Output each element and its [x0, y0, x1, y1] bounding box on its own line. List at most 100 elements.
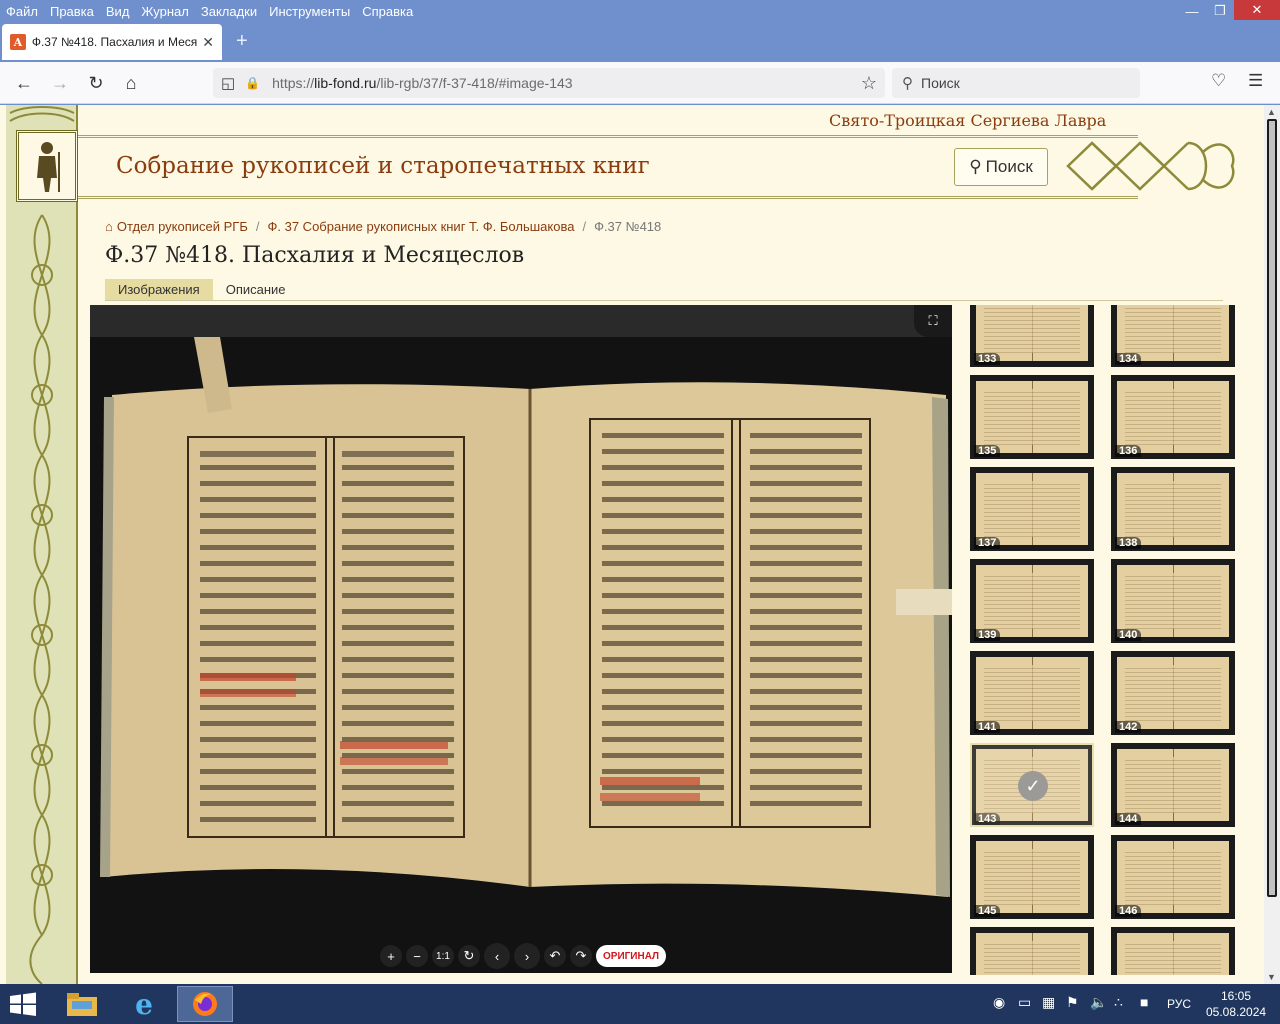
menu-tools[interactable]: Инструменты — [263, 4, 356, 19]
network-tray-icon[interactable]: ◉ — [993, 994, 1005, 1011]
thumbnail-number: 143 — [974, 813, 1001, 825]
clock-time: 16:05 — [1220, 989, 1252, 1003]
thumbnail-item[interactable]: 138 — [1111, 467, 1235, 551]
menu-bar: Файл Правка Вид Журнал Закладки Инструме… — [0, 0, 1280, 22]
lavra-title[interactable]: Свято-Троицкая Сергиева Лавра — [829, 111, 1106, 130]
fullscreen-icon[interactable]: ⛶ — [914, 305, 952, 337]
thumbnail-image — [976, 381, 1088, 453]
thumbnail-item[interactable]: 140 — [1111, 559, 1235, 643]
volume-icon[interactable]: 🔈 — [1090, 994, 1107, 1011]
reload-icon[interactable]: ↻ — [84, 71, 108, 95]
notification-tray-icon[interactable]: ■ — [1140, 994, 1148, 1010]
minimize-icon[interactable]: — — [1178, 0, 1206, 22]
page-scrollbar[interactable]: ▲ ▼ — [1264, 105, 1280, 984]
forward-icon[interactable]: → — [48, 71, 72, 95]
menu-help[interactable]: Справка — [356, 4, 419, 19]
firefox-icon[interactable] — [177, 986, 233, 1022]
restore-icon[interactable]: ❐ — [1206, 0, 1234, 22]
thumbnail-item[interactable]: 141 — [970, 651, 1094, 735]
actual-size-button[interactable]: 1:1 — [432, 945, 454, 967]
bookmark-star-icon[interactable]: ☆ — [861, 73, 877, 94]
close-window-icon[interactable]: ✕ — [1234, 0, 1280, 20]
thumbnail-number: 136 — [1115, 445, 1142, 457]
lock-icon[interactable]: 🔒 — [245, 76, 260, 90]
menu-bookmarks[interactable]: Закладки — [195, 4, 263, 19]
thumbnail-item[interactable]: 142 — [1111, 651, 1235, 735]
url-bar[interactable]: ◱ 🔒 https://lib-fond.ru/lib-rgb/37/f-37-… — [213, 68, 885, 98]
clock[interactable]: 16:05 05.08.2024 — [1206, 988, 1266, 1020]
zoom-out-button[interactable]: − — [406, 945, 428, 967]
file-explorer-icon[interactable] — [54, 986, 110, 1022]
viewer-topbar — [90, 305, 952, 337]
thumbnail-item[interactable]: 145 — [970, 835, 1094, 919]
tab-description[interactable]: Описание — [213, 279, 299, 300]
thumbnail-image — [1117, 749, 1229, 821]
thumbnail-number: 140 — [1115, 629, 1142, 641]
image-viewer[interactable]: ⛶ + − 1:1 ↻ ‹ › ↶ ↷ ОРИГИНАЛ — [90, 305, 952, 973]
rotate-right-icon[interactable]: ↷ — [570, 945, 592, 967]
checkmark-icon: ✓ — [1018, 771, 1048, 801]
breadcrumb-item[interactable]: Ф. 37 Собрание рукописных книг Т. Ф. Бол… — [268, 219, 575, 234]
thumbnail-number: 141 — [974, 721, 1001, 733]
zoom-in-button[interactable]: + — [380, 945, 402, 967]
browser-tab-active[interactable]: A Ф.37 №418. Пасхалия и Месяцесл ✕ — [2, 24, 222, 60]
celtic-ornament-icon — [9, 106, 75, 984]
menu-view[interactable]: Вид — [100, 4, 136, 19]
thumbnail-item[interactable]: 146 — [1111, 835, 1235, 919]
thumbnail-item[interactable]: 137 — [970, 467, 1094, 551]
new-tab-icon[interactable]: + — [236, 30, 248, 53]
flag-tray-icon[interactable]: ⚑ — [1066, 994, 1079, 1011]
app-tray-icon[interactable]: ▦ — [1042, 994, 1055, 1011]
url-text: https://lib-fond.ru/lib-rgb/37/f-37-418/… — [272, 75, 573, 91]
menu-file[interactable]: Файл — [0, 4, 44, 19]
language-indicator[interactable]: РУС — [1167, 997, 1191, 1011]
window-controls: — ❐ ✕ — [1178, 0, 1280, 22]
original-button[interactable]: ОРИГИНАЛ — [596, 945, 667, 967]
thumbnail-item[interactable]: ✓ 143 — [970, 743, 1094, 827]
ornament-border — [6, 105, 78, 984]
wifi-tray-icon[interactable]: ∴ — [1114, 994, 1123, 1011]
thumbnail-image — [1117, 473, 1229, 545]
thumbnail-item[interactable]: 133 — [970, 305, 1094, 367]
clock-date: 05.08.2024 — [1206, 1005, 1267, 1019]
tracking-shield-icon[interactable]: ◱ — [221, 74, 235, 92]
tab-images[interactable]: Изображения — [105, 279, 213, 300]
scroll-down-icon[interactable]: ▼ — [1267, 972, 1276, 982]
back-icon[interactable]: ← — [12, 71, 36, 95]
thumbnail-panel[interactable]: 133 134 135 136 137 138 139 140 141 142 ✓ 143 144 145… — [966, 305, 1246, 975]
next-image-icon[interactable]: › — [514, 943, 540, 969]
thumbnail-number: 137 — [974, 537, 1001, 549]
thumbnail-item[interactable]: 136 — [1111, 375, 1235, 459]
thumbnail-item[interactable]: 134 — [1111, 305, 1235, 367]
rotate-reset-icon[interactable]: ↻ — [458, 945, 480, 967]
windows-start-icon[interactable] — [8, 992, 38, 1016]
site-search-button[interactable]: ⚲ Поиск — [954, 148, 1048, 186]
hamburger-menu-icon[interactable]: ☰ — [1248, 71, 1263, 91]
thumbnail-item[interactable]: 144 — [1111, 743, 1235, 827]
previous-image-icon[interactable]: ‹ — [484, 943, 510, 969]
thumbnail-item[interactable]: 147 — [970, 927, 1094, 975]
close-tab-icon[interactable]: ✕ — [202, 34, 214, 51]
scrollbar-thumb[interactable] — [1267, 119, 1277, 897]
site-title[interactable]: Собрание рукописей и старопечатных книг — [116, 153, 650, 179]
thumbnail-item[interactable]: 135 — [970, 375, 1094, 459]
thumbnail-item[interactable]: 139 — [970, 559, 1094, 643]
site-favicon-icon: A — [10, 34, 26, 50]
breadcrumb-item[interactable]: Отдел рукописей РГБ — [117, 219, 248, 234]
menu-history[interactable]: Журнал — [135, 4, 194, 19]
thumbnail-item[interactable]: 148 — [1111, 927, 1235, 975]
pocket-icon[interactable]: ♡ — [1211, 71, 1226, 91]
rotate-left-icon[interactable]: ↶ — [544, 945, 566, 967]
thumbnail-number: 134 — [1115, 353, 1142, 365]
menu-edit[interactable]: Правка — [44, 4, 100, 19]
thumbnail-image — [1117, 565, 1229, 637]
thumbnail-image — [1117, 933, 1229, 975]
monk-logo-icon[interactable] — [16, 130, 78, 202]
drive-tray-icon[interactable]: ▭ — [1018, 994, 1031, 1011]
internet-explorer-icon[interactable]: e — [116, 986, 172, 1022]
scroll-up-icon[interactable]: ▲ — [1267, 107, 1276, 117]
search-bar[interactable]: ⚲ Поиск — [892, 68, 1140, 98]
home-icon[interactable]: ⌂ — [119, 71, 143, 95]
search-icon: ⚲ — [902, 75, 913, 92]
thumbnail-number: 145 — [974, 905, 1001, 917]
